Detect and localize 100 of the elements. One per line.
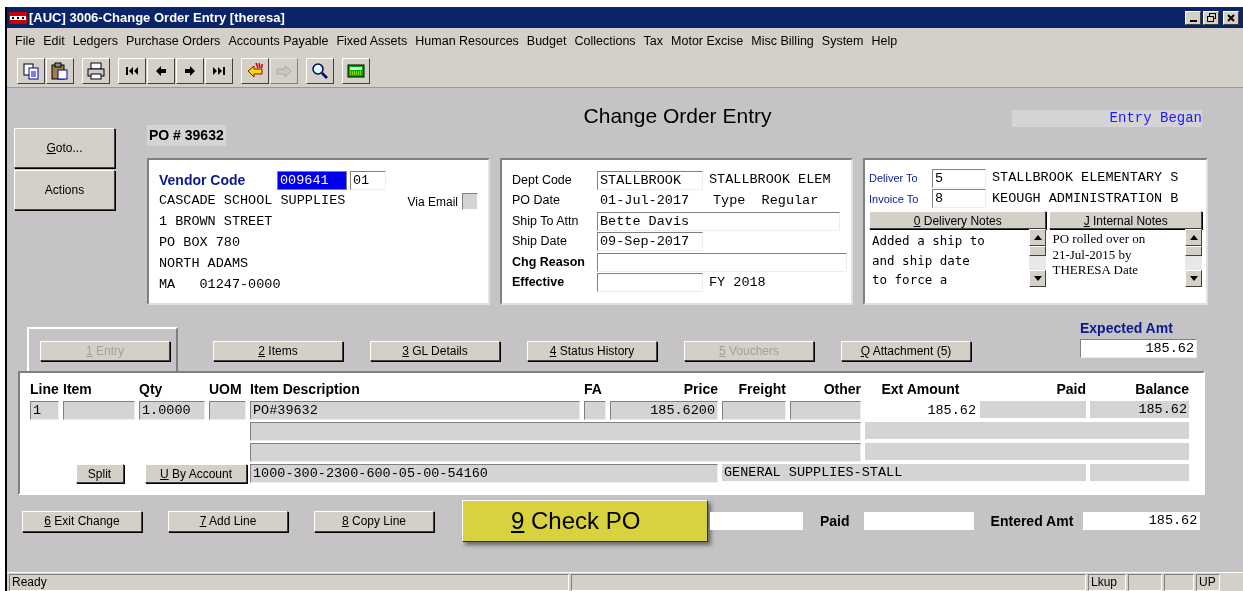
field-label: Effective — [512, 274, 566, 292]
notes-text: PO rolled over on 21-Jul-2015 by THERESA Date — [1051, 230, 1147, 279]
minimize-icon — [1189, 19, 1197, 22]
table-cell — [584, 401, 606, 420]
menu-item[interactable]: Misc Billing — [747, 31, 818, 51]
table-cell: 1000-300-2300-600-05-00-54160 — [250, 464, 718, 483]
text-field[interactable] — [863, 512, 974, 530]
menu-item[interactable]: Fixed Assets — [332, 31, 412, 51]
search-button[interactable] — [306, 57, 334, 84]
status-pane — [1128, 574, 1162, 591]
notes-text: Added a ship to and ship date to force a — [871, 232, 986, 287]
field-label: Deliver To — [869, 171, 919, 186]
side-button[interactable]: Actions — [14, 170, 115, 210]
text-field[interactable]: 5 — [932, 168, 986, 188]
column-header: Price — [682, 380, 719, 399]
menu-item[interactable]: File — [11, 31, 40, 51]
action-button[interactable]: 6 Exit Change — [22, 510, 142, 532]
text-field[interactable]: STALLBROOK — [597, 170, 703, 190]
last-record-button[interactable] — [205, 57, 233, 84]
by-account-button[interactable]: U By Account — [145, 464, 247, 483]
status-pane: UP — [1196, 574, 1220, 591]
scroll-thumb[interactable] — [1029, 246, 1047, 256]
calculator-button[interactable] — [342, 57, 370, 84]
first-record-button[interactable] — [118, 57, 146, 84]
vendor-suffix-field[interactable]: 01 — [350, 171, 386, 190]
table-cell: 185.6200 — [610, 401, 718, 420]
scrollbar[interactable] — [1029, 229, 1047, 287]
amount-field[interactable]: 185.62 — [1083, 512, 1201, 530]
left-arrow-button[interactable] — [147, 57, 175, 84]
menu-item[interactable]: Help — [867, 31, 902, 51]
app-icon — [9, 11, 27, 24]
menu-item[interactable]: Collections — [570, 31, 640, 51]
tab[interactable]: 4 Status History — [525, 327, 659, 371]
table-cell: GENERAL SUPPLIES-STALL — [722, 464, 1086, 481]
down-arrow-icon — [1033, 276, 1042, 281]
column-header: Paid — [1055, 380, 1087, 399]
restore-button[interactable] — [1203, 10, 1219, 25]
notes-button[interactable]: 0 Delivery Notes — [869, 211, 1047, 229]
tab[interactable]: Q Attachment (5) — [839, 327, 973, 371]
field-value: STALLBROOK ELEMENTARY S — [992, 169, 1179, 188]
menu-item[interactable]: Ledgers — [68, 31, 122, 51]
printer-button[interactable] — [82, 57, 110, 84]
check-po-button[interactable]: 9 Check PO — [462, 500, 708, 542]
side-button[interactable]: Goto... — [14, 128, 115, 168]
text-field[interactable] — [597, 273, 703, 293]
menu-item[interactable]: Purchase Orders — [121, 31, 225, 51]
close-button[interactable] — [1223, 10, 1239, 25]
text-field[interactable]: Bette Davis — [597, 211, 840, 231]
field-label: Dept Code — [512, 171, 573, 189]
clipboard-icon — [51, 61, 69, 80]
right-arrow-button[interactable] — [176, 57, 204, 84]
field-value: FY 2018 — [709, 273, 766, 292]
table-cell: 1 — [30, 401, 59, 420]
up-arrow-icon — [1033, 235, 1042, 240]
status-pane: Lkup — [1088, 574, 1126, 591]
address-line: 1 BROWN STREET — [159, 213, 273, 232]
address-line: PO BOX 780 — [159, 234, 240, 253]
text-field[interactable]: 8 — [932, 189, 986, 209]
column-header: Line — [30, 380, 60, 399]
menu-item[interactable]: Budget — [522, 31, 571, 51]
menu-item[interactable]: Accounts Payable — [224, 31, 333, 51]
scrollbar[interactable] — [1185, 229, 1202, 287]
address-line: CASCADE SCHOOL SUPPLIES — [159, 192, 346, 211]
column-header: Balance — [1134, 380, 1190, 399]
action-button[interactable]: 7 Add Line — [168, 510, 288, 532]
copy-button[interactable] — [17, 57, 45, 84]
menu-item[interactable]: Motor Excise — [667, 31, 748, 51]
menu-item[interactable]: Human Resources — [411, 31, 523, 51]
table-cell — [722, 401, 786, 420]
table-cell-text: 185.62 — [926, 402, 976, 420]
via-email-checkbox[interactable] — [462, 193, 478, 210]
restore-icon — [1206, 13, 1216, 22]
entry-status: Entry Began — [1012, 110, 1202, 127]
field-label: Vendor Code — [159, 171, 247, 190]
scroll-thumb[interactable] — [1185, 246, 1202, 256]
tab[interactable]: 2 Items — [211, 327, 345, 371]
field-value: KEOUGH ADMINISTRATION B — [992, 189, 1179, 208]
tab[interactable]: 3 GL Details — [368, 327, 502, 371]
split-button[interactable]: Split — [75, 464, 124, 483]
column-header: FA — [584, 380, 603, 399]
text-field[interactable] — [597, 252, 847, 272]
field-value: 01-Jul-2017 — [599, 191, 691, 210]
field-label: Paid — [820, 511, 850, 531]
po-number: PO # 39632 — [147, 125, 226, 146]
minimize-button[interactable] — [1185, 10, 1201, 25]
copy-icon — [22, 61, 40, 80]
column-header: UOM — [209, 380, 243, 399]
vendor-code-field[interactable]: 009641 — [277, 171, 347, 190]
text-field[interactable] — [710, 512, 803, 530]
notes-button[interactable]: J Internal Notes — [1049, 211, 1202, 229]
field-label: PO Date — [512, 192, 561, 210]
menu-item[interactable]: System — [817, 31, 868, 51]
text-field[interactable]: 09-Sep-2017 — [597, 232, 703, 252]
status-message: Ready — [9, 574, 569, 591]
page-heading: Change Order Entry — [583, 103, 772, 129]
menu-item[interactable]: Edit — [39, 31, 69, 51]
amount-field[interactable]: 185.62 — [1080, 339, 1197, 358]
action-button[interactable]: 8 Copy Line — [314, 510, 434, 532]
menu-item[interactable]: Tax — [639, 31, 668, 51]
clipboard-button[interactable] — [46, 57, 74, 84]
